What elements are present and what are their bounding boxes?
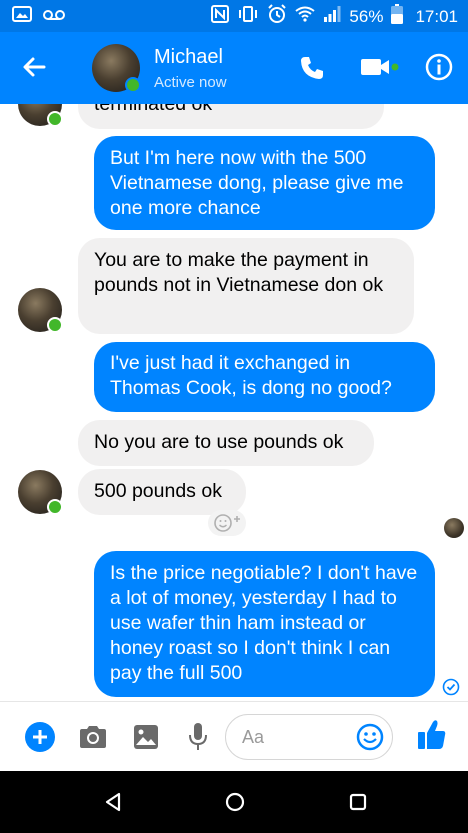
emoji-icon bbox=[356, 723, 384, 751]
nav-back-button[interactable] bbox=[103, 791, 123, 818]
info-icon bbox=[425, 53, 453, 81]
conversation-info-button[interactable] bbox=[424, 52, 454, 87]
nav-back-icon bbox=[105, 792, 121, 812]
vibrate-icon bbox=[237, 5, 259, 28]
clock: 17:01 bbox=[415, 6, 458, 26]
video-camera-icon bbox=[361, 59, 399, 75]
message-bubble-incoming[interactable]: 500 pounds ok bbox=[78, 469, 246, 515]
delivered-status bbox=[442, 678, 460, 701]
message-composer: Aa bbox=[0, 701, 468, 772]
message-input-placeholder: Aa bbox=[242, 727, 265, 747]
sender-avatar[interactable] bbox=[18, 288, 63, 333]
sender-avatar[interactable] bbox=[18, 104, 63, 127]
add-reaction-button[interactable] bbox=[208, 510, 246, 536]
add-reaction-icon bbox=[214, 514, 240, 532]
wifi-icon bbox=[295, 6, 316, 27]
emoji-button[interactable] bbox=[356, 723, 384, 756]
alarm-icon bbox=[267, 4, 287, 29]
message-input[interactable]: Aa bbox=[225, 714, 393, 760]
plus-icon bbox=[25, 722, 55, 752]
contact-name[interactable]: Michael bbox=[154, 46, 223, 69]
nav-home-button[interactable] bbox=[224, 791, 246, 818]
thumbs-up-icon bbox=[418, 720, 446, 749]
nfc-icon bbox=[211, 5, 230, 28]
back-button[interactable] bbox=[20, 52, 50, 82]
camera-button[interactable] bbox=[78, 724, 108, 755]
voice-message-button[interactable] bbox=[186, 721, 210, 758]
message-bubble-outgoing[interactable]: I've just had it exchanged in Thomas Coo… bbox=[94, 342, 435, 412]
voice-call-button[interactable] bbox=[298, 54, 326, 87]
image-icon bbox=[12, 6, 32, 27]
online-indicator bbox=[125, 77, 141, 93]
message-bubble-outgoing[interactable]: But I'm here now with the 500 Vietnamese… bbox=[94, 136, 435, 230]
nav-recents-icon bbox=[349, 793, 367, 811]
phone-icon bbox=[301, 57, 323, 79]
nav-recents-button[interactable] bbox=[347, 791, 369, 818]
gallery-button[interactable] bbox=[132, 723, 160, 756]
system-navigation-bar bbox=[0, 771, 468, 833]
contact-avatar[interactable] bbox=[92, 44, 141, 93]
conversation-header: Michael Active now bbox=[0, 32, 468, 104]
more-actions-button[interactable] bbox=[24, 721, 56, 758]
seen-by-avatar bbox=[444, 518, 464, 538]
battery-icon bbox=[391, 4, 404, 29]
gallery-icon bbox=[134, 725, 158, 749]
message-bubble-incoming[interactable]: You are to make the payment in pounds no… bbox=[78, 238, 414, 334]
battery-percent: 56% bbox=[349, 6, 384, 26]
sender-avatar[interactable] bbox=[18, 470, 63, 515]
contact-status: Active now bbox=[154, 74, 227, 91]
like-button[interactable] bbox=[416, 718, 448, 757]
message-bubble-incoming[interactable]: No you are to use pounds ok bbox=[78, 420, 374, 466]
camera-icon bbox=[80, 726, 106, 748]
signal-icon bbox=[323, 6, 341, 27]
message-bubble-outgoing[interactable]: Is the price negotiable? I don't have a … bbox=[94, 551, 435, 697]
video-call-button[interactable] bbox=[360, 56, 400, 83]
message-bubble-incoming[interactable]: terminated ok bbox=[78, 104, 384, 129]
delivered-check-icon bbox=[442, 678, 460, 696]
status-bar: 56% 17:01 bbox=[0, 0, 468, 32]
nav-home-icon bbox=[225, 792, 245, 812]
voicemail-icon bbox=[42, 8, 66, 26]
microphone-icon bbox=[189, 723, 207, 750]
back-arrow-icon bbox=[23, 57, 46, 77]
message-list[interactable]: terminated ok But I'm here now with the … bbox=[0, 104, 468, 701]
